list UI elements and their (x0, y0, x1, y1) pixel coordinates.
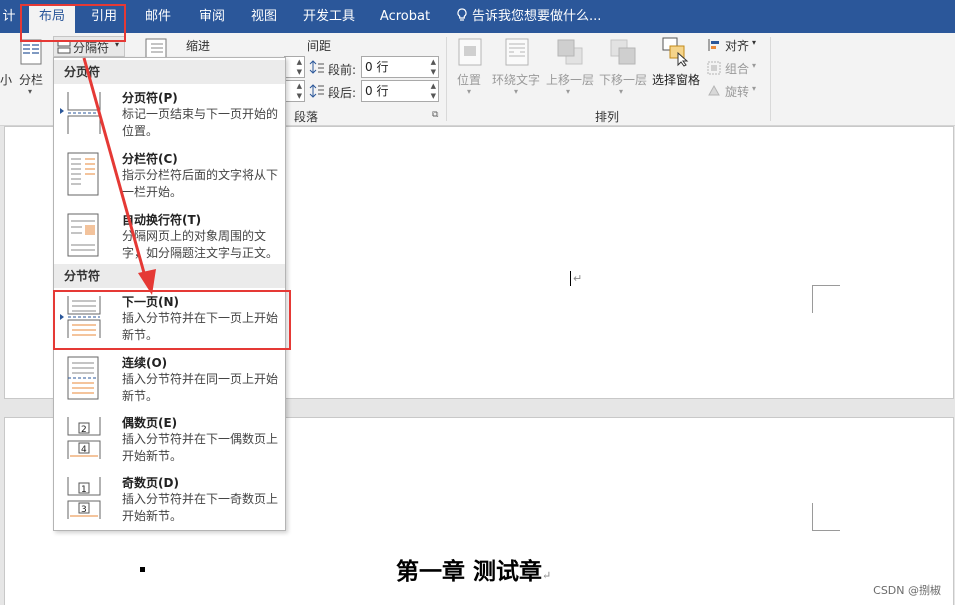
annotation-arrow-icon (82, 57, 156, 295)
